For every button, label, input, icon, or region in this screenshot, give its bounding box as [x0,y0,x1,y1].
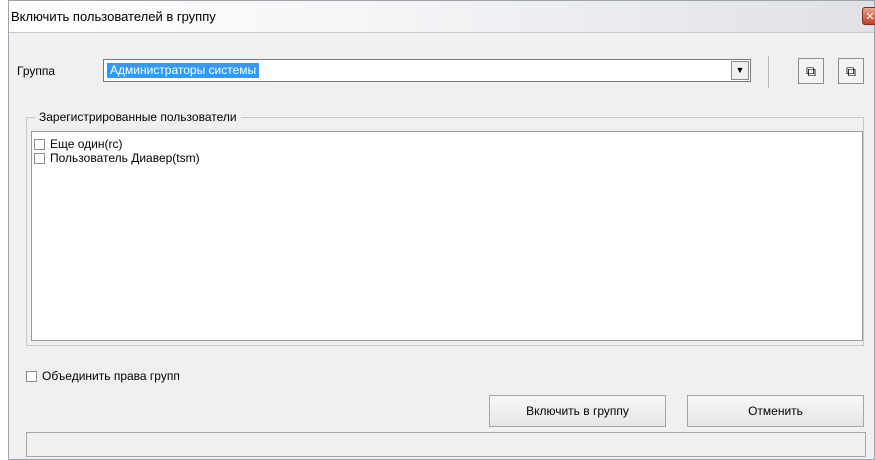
include-in-group-button[interactable]: Включить в группу [489,395,666,427]
chevron-down-icon: ▼ [735,65,745,75]
registered-users-title: Зарегистрированные пользователи [35,110,241,124]
user-label: Еще один(rc) [50,137,123,151]
list-item[interactable]: Еще один(rc) [34,137,122,151]
merge-rights-label: Объединить права групп [42,369,180,383]
title-bar: Включить пользователей в группу ✕ [9,1,875,33]
user-checkbox[interactable] [34,139,45,150]
copy-icon: ⧉ [806,63,816,79]
toolbar-separator [768,56,769,88]
group-label: Группа [17,64,56,78]
dropdown-button[interactable]: ▼ [731,61,749,80]
window-title: Включить пользователей в группу [11,9,216,24]
user-checkbox[interactable] [34,153,45,164]
duplicate-icon: ⧉ [846,63,856,79]
merge-rights-checkbox[interactable] [26,371,37,382]
duplicate-group-button[interactable]: ⧉ [838,58,864,84]
status-bar [26,432,866,457]
close-icon: ✕ [865,11,875,23]
close-button[interactable]: ✕ [862,7,875,25]
merge-rights-option[interactable]: Объединить права групп [26,369,180,383]
user-label: Пользователь Диавер(tsm) [50,151,200,165]
group-select[interactable]: Администраторы системы ▼ [103,59,751,82]
list-item[interactable]: Пользователь Диавер(tsm) [34,151,200,165]
registered-users-list[interactable]: Еще один(rc) Пользователь Диавер(tsm) [31,131,863,341]
group-select-value: Администраторы системы [107,63,260,78]
copy-group-button[interactable]: ⧉ [798,58,824,84]
cancel-button[interactable]: Отменить [687,395,864,427]
